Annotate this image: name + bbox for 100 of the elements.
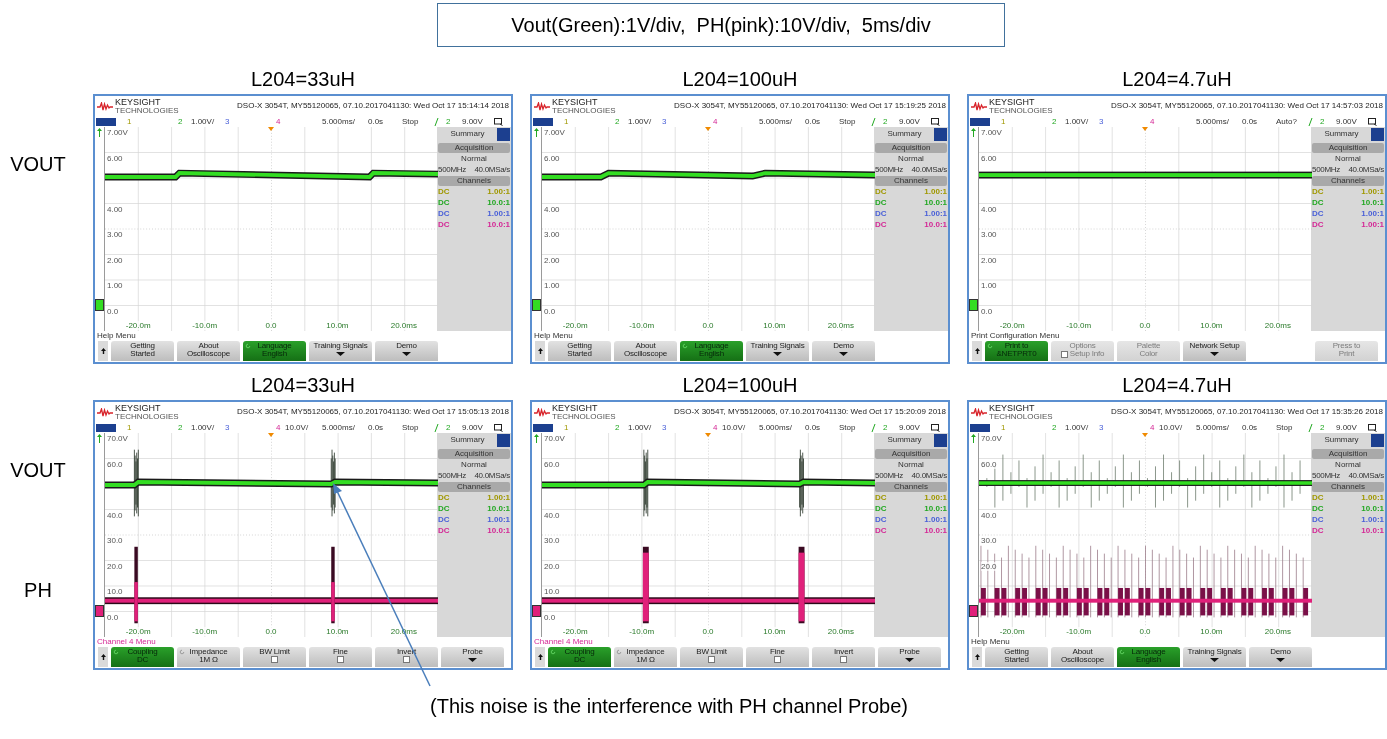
softkey[interactable]: Probe [441, 647, 504, 667]
panel-title: L204=4.7uH [1122, 373, 1232, 398]
probe-ratio: 1.00:1 [487, 493, 510, 503]
back-button[interactable] [535, 647, 545, 667]
softkey[interactable]: Training Signals [1183, 647, 1246, 667]
channel-icon [533, 117, 553, 126]
axis-label: 1.00 [544, 281, 560, 290]
axis-label: 2.00 [981, 255, 997, 265]
softkey[interactable]: Language English [243, 341, 306, 361]
up-arrow-icon [100, 654, 106, 660]
checkbox[interactable] [708, 656, 715, 663]
window-icon[interactable] [494, 423, 503, 432]
axis-label: -10.0m [192, 321, 218, 330]
panel-tab[interactable]: Summary [438, 435, 497, 445]
axis-label: 1.00 [981, 281, 997, 290]
axis-label: 3.00 [107, 230, 123, 239]
keysight-logo-icon [534, 407, 550, 417]
softkey[interactable]: Invert [812, 647, 875, 667]
panel-icon[interactable] [1371, 127, 1384, 141]
slide-header: Vout(Green):1V/div, PH(pink):10V/div, 5ms/div [437, 3, 1005, 47]
softkey[interactable]: Language English [680, 341, 743, 361]
softkey[interactable]: BW Limit [243, 647, 306, 667]
panel-icon[interactable] [497, 127, 510, 141]
softkey[interactable]: Getting Started [985, 647, 1048, 667]
softkey[interactable]: Impedance 1M Ω [614, 647, 677, 667]
delay-value: 0.0s [805, 422, 821, 432]
checkbox[interactable] [774, 656, 781, 663]
channel-coupling: DC [438, 515, 450, 525]
checkbox[interactable] [337, 656, 344, 663]
panel-icon[interactable] [934, 433, 947, 447]
softkey[interactable]: Getting Started [111, 341, 174, 361]
softkey[interactable]: Coupling DC [111, 647, 174, 667]
softkey[interactable]: Language English [1117, 647, 1180, 667]
softkey[interactable]: Print to &NETPRT0 [985, 341, 1048, 361]
panel-tab[interactable]: Summary [875, 435, 934, 445]
brand-name: KEYSIGHT [552, 97, 599, 107]
softkey[interactable]: Demo [812, 341, 875, 361]
back-button[interactable] [98, 647, 108, 667]
channel-number: 3 [1099, 422, 1104, 432]
section-header: Channels [438, 482, 510, 492]
checkbox[interactable] [271, 656, 278, 663]
window-icon[interactable] [931, 423, 940, 432]
softkey[interactable]: Fine [746, 647, 809, 667]
axis-label: -10.0m [629, 627, 655, 636]
probe-ratio: 10.0:1 [1361, 198, 1384, 208]
panel-tab[interactable]: Summary [875, 129, 934, 139]
panel-tab[interactable]: Summary [438, 129, 497, 139]
softkey[interactable]: Training Signals [746, 341, 809, 361]
checkbox[interactable] [840, 656, 847, 663]
window-icon[interactable] [931, 117, 940, 126]
up-arrow-icon [537, 348, 543, 354]
softkey[interactable]: About Oscilloscope [614, 341, 677, 361]
checkbox[interactable] [403, 656, 410, 663]
back-button[interactable] [972, 647, 982, 667]
window-icon[interactable] [1368, 423, 1377, 432]
softkey[interactable]: Demo [375, 341, 438, 361]
panel-tab[interactable]: Summary [1312, 435, 1371, 445]
window-icon[interactable] [1368, 117, 1377, 126]
panel-icon[interactable] [497, 433, 510, 447]
softkey[interactable]: Demo [1249, 647, 1312, 667]
channel-coupling: DC [438, 198, 450, 208]
brand-name: KEYSIGHT [115, 97, 162, 107]
axis-label: 30.0 [107, 536, 123, 545]
axis-label: 1.00 [107, 281, 123, 290]
back-button[interactable] [972, 341, 982, 361]
softkey[interactable]: BW Limit [680, 647, 743, 667]
back-button[interactable] [535, 341, 545, 361]
softkey[interactable]: About Oscilloscope [177, 341, 240, 361]
channel-coupling: DC [438, 187, 450, 197]
channel-coupling: DC [1312, 220, 1324, 230]
axis-label: 4.00 [544, 204, 560, 214]
trigger-marker-icon [705, 127, 711, 131]
channel-number: 3 [225, 116, 230, 126]
softkey[interactable]: About Oscilloscope [1051, 647, 1114, 667]
axis-label: 70.0V [544, 434, 565, 443]
axis-label: 10.0 [544, 587, 560, 596]
softkey[interactable]: Fine [309, 647, 372, 667]
run-state: Stop [402, 422, 419, 432]
back-button[interactable] [98, 341, 108, 361]
probe-ratio: 10.0:1 [924, 504, 947, 514]
softkey[interactable]: Impedance 1M Ω [177, 647, 240, 667]
channel-coupling: DC [438, 504, 450, 514]
axis-label: -20.0m [999, 321, 1025, 330]
panel-tab[interactable]: Summary [1312, 129, 1371, 139]
softkey[interactable]: Training Signals [309, 341, 372, 361]
run-state: Stop [402, 116, 419, 126]
axis-label: 20.0ms [1264, 321, 1291, 330]
softkey[interactable]: Network Setup [1183, 341, 1246, 361]
channel-number: 3 [662, 116, 667, 126]
channel-number: 2 [1052, 422, 1057, 432]
checkbox[interactable] [1060, 350, 1068, 358]
window-icon[interactable] [494, 117, 503, 126]
softkey[interactable]: Getting Started [548, 341, 611, 361]
panel-icon[interactable] [1371, 433, 1384, 447]
panel-icon[interactable] [934, 127, 947, 141]
volts-per-div: 1.00V/ [628, 116, 652, 126]
softkey[interactable]: Coupling DC [548, 647, 611, 667]
bandwidth: 500MHz [438, 165, 466, 175]
softkey[interactable]: Probe [878, 647, 941, 667]
channel-coupling: DC [1312, 209, 1324, 219]
